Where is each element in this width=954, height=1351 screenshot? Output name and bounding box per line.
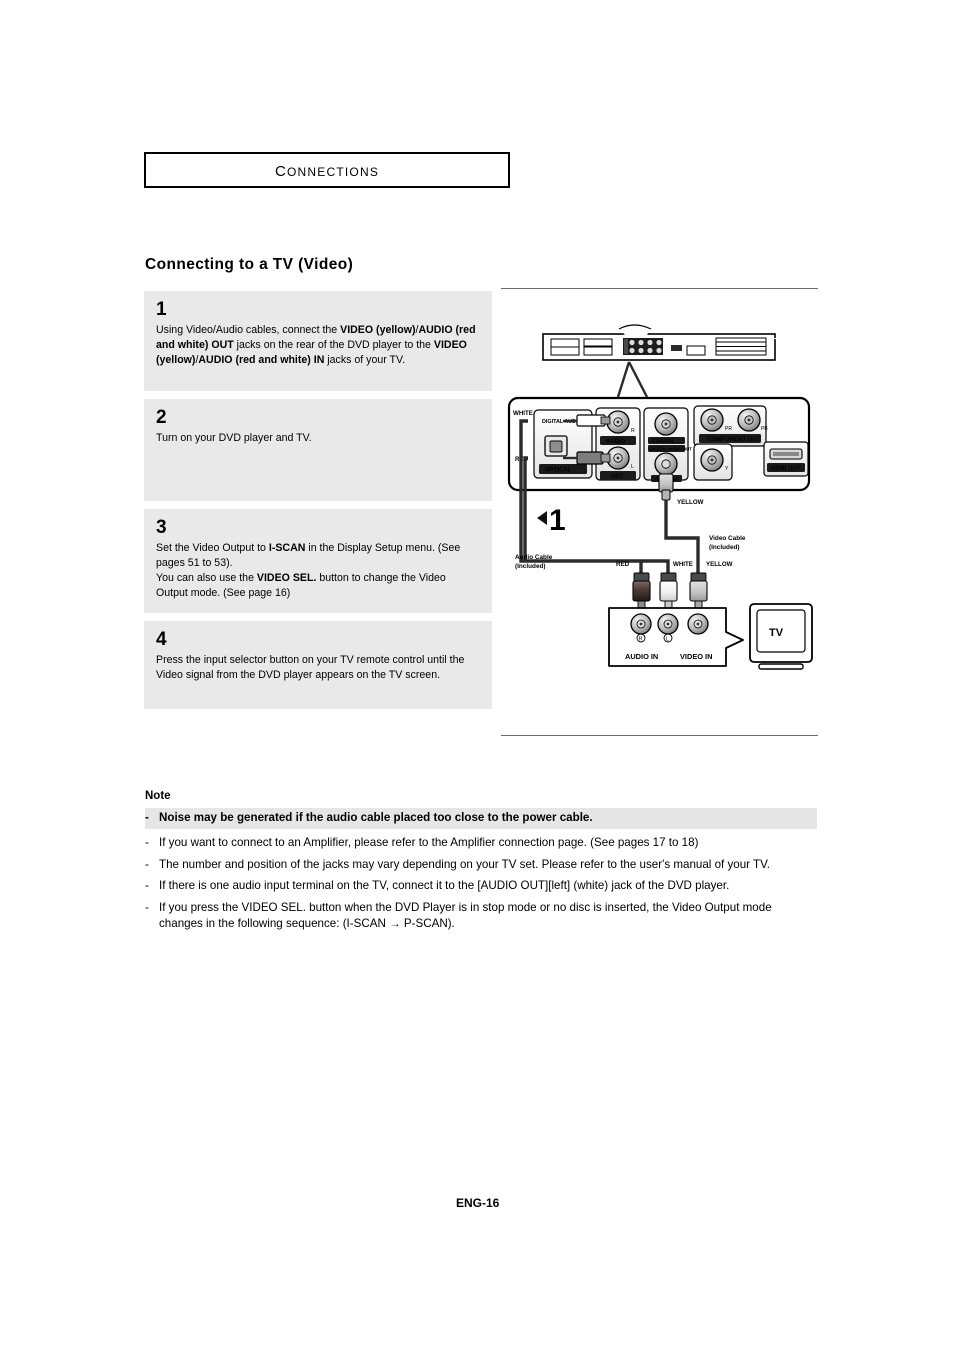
page-footer: ENG-16 bbox=[456, 1196, 500, 1210]
note-item: - If there is one audio input terminal on… bbox=[145, 877, 817, 895]
step-item-2: 2 Turn on your DVD player and TV. bbox=[144, 399, 492, 501]
note-item: - If you want to connect to an Amplifier,… bbox=[145, 834, 817, 852]
diagram-bottom-rule bbox=[501, 735, 818, 736]
label-component-out: COMPONENT OUT bbox=[707, 437, 761, 443]
step-item-3: 3 Set the Video Output to I-SCAN in the … bbox=[144, 509, 492, 613]
label-jack-r: R bbox=[631, 428, 635, 434]
label-coaxial: COAXIAL bbox=[652, 439, 675, 445]
label-audio: AUDIO bbox=[606, 439, 626, 445]
label-audio-cable-included: (Included) bbox=[515, 563, 546, 570]
rca-plug-white bbox=[659, 572, 678, 609]
steps-list: 1 Using Video/Audio cables, connect the … bbox=[144, 291, 492, 717]
note-item: - The number and position of the jacks ma… bbox=[145, 856, 817, 874]
note-bullet: - bbox=[145, 879, 149, 893]
callout-lines bbox=[616, 361, 649, 398]
page-title: Connecting to a TV (Video) bbox=[145, 255, 354, 273]
label-audio-cable: Audio Cable bbox=[515, 554, 553, 561]
dvd-rear-panel-overview bbox=[542, 324, 781, 361]
step-number: 1 bbox=[156, 299, 167, 320]
note-item: - If you press the VIDEO SEL. button when… bbox=[145, 899, 817, 933]
note-bullet: - bbox=[145, 811, 149, 824]
note-bullet: - bbox=[145, 857, 149, 871]
note-item: - Noise may be generated if the audio cab… bbox=[145, 808, 817, 829]
label-tv-jack-l: L bbox=[666, 637, 669, 643]
step-text: Set the Video Output to I-SCAN in the Di… bbox=[156, 541, 461, 600]
note-text: Noise may be generated if the audio cabl… bbox=[159, 811, 593, 824]
label-red-cable: RED bbox=[616, 561, 630, 568]
label-video-cable-included: (Included) bbox=[709, 544, 740, 551]
diagram-illustration: DIGITAL AUDIO OUT OPTICAL R AUDIO L OUT bbox=[507, 324, 813, 670]
label-hdmi-out: HDMI OUT bbox=[771, 466, 801, 472]
chapter-header-box: Connections bbox=[144, 152, 510, 188]
rca-plug-red bbox=[632, 572, 651, 609]
label-white-cable: WHITE bbox=[673, 561, 693, 568]
label-out: OUT bbox=[611, 474, 624, 480]
step-number: 4 bbox=[156, 629, 167, 650]
tv-jack-panel: R L AUDIO IN VIDEO IN bbox=[608, 607, 744, 667]
step-text: Press the input selector button on your … bbox=[156, 653, 465, 681]
step-item-4: 4 Press the input selector button on you… bbox=[144, 621, 492, 709]
label-tv-jack-r: R bbox=[639, 637, 643, 643]
step-number: 3 bbox=[156, 517, 167, 538]
video-plug-out bbox=[658, 473, 674, 501]
note-text: If you press the VIDEO SEL. button when … bbox=[159, 901, 772, 930]
chapter-title: Connections bbox=[274, 158, 380, 181]
note-section: Note - Noise may be generated if the audi… bbox=[145, 790, 817, 937]
connection-diagram: DIGITAL AUDIO OUT OPTICAL R AUDIO L OUT bbox=[501, 288, 818, 738]
rca-plug-yellow bbox=[689, 572, 708, 609]
label-video-in: VIDEO IN bbox=[680, 652, 712, 661]
step-number: 2 bbox=[156, 407, 167, 428]
note-text: The number and position of the jacks may… bbox=[159, 857, 771, 871]
label-optical: OPTICAL bbox=[545, 468, 572, 474]
label-jack-pb: PB bbox=[761, 426, 768, 432]
tv-set: TV bbox=[749, 603, 813, 670]
diagram-top-rule bbox=[501, 288, 818, 289]
note-bullet: - bbox=[145, 835, 149, 849]
label-audio-in: AUDIO IN bbox=[625, 652, 658, 661]
step-marker-1: 1 bbox=[537, 504, 566, 537]
label-tv: TV bbox=[769, 627, 784, 639]
label-yellow-cable: YELLOW bbox=[706, 561, 733, 568]
step-marker-number: 1 bbox=[549, 504, 566, 537]
note-text: If there is one audio input terminal on … bbox=[159, 879, 730, 893]
label-digital-audio-out-2: DIGITAL AUDIO OUT bbox=[650, 447, 692, 452]
note-text: If you want to connect to an Amplifier, … bbox=[159, 835, 699, 849]
label-jack-pr: PR bbox=[725, 426, 732, 432]
step-text: Using Video/Audio cables, connect the VI… bbox=[156, 323, 476, 366]
step-text: Turn on your DVD player and TV. bbox=[156, 431, 312, 444]
label-yellow-top: YELLOW bbox=[677, 499, 704, 506]
label-white-rear: WHITE bbox=[513, 410, 533, 417]
label-video-cable: Video Cable bbox=[709, 535, 746, 542]
note-heading: Note bbox=[145, 790, 171, 802]
note-bullet: - bbox=[145, 901, 149, 915]
label-jack-l: L bbox=[631, 464, 634, 470]
step-item-1: 1 Using Video/Audio cables, connect the … bbox=[144, 291, 492, 391]
note-items: - Noise may be generated if the audio cab… bbox=[145, 808, 817, 933]
